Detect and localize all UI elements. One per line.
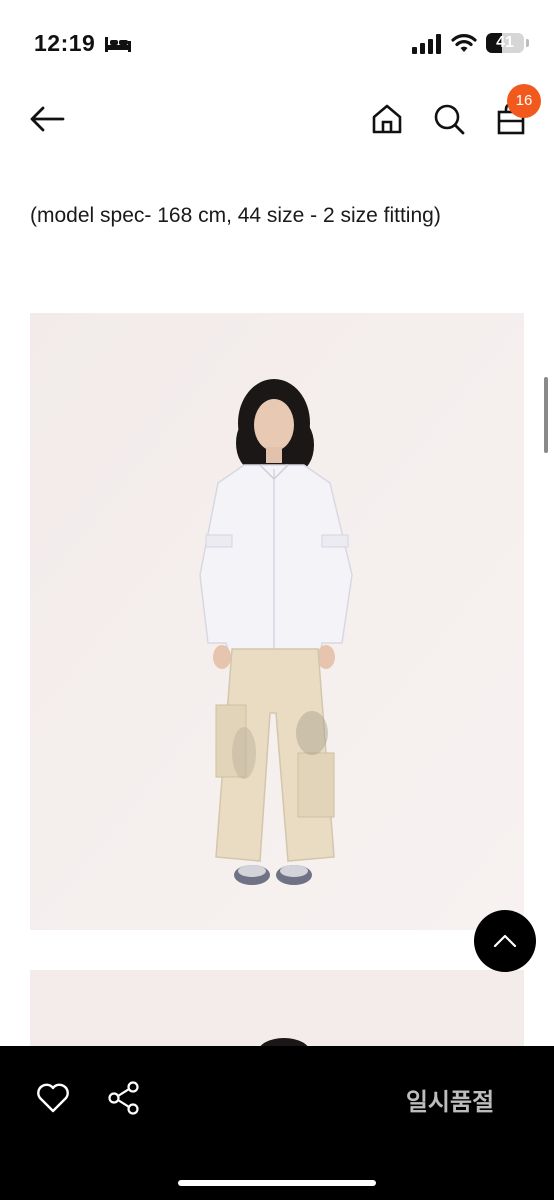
chevron-up-icon bbox=[493, 934, 517, 948]
cellular-signal-icon bbox=[412, 34, 442, 54]
battery-indicator: 41 bbox=[486, 33, 524, 53]
bottom-action-bar bbox=[0, 1046, 554, 1200]
home-icon bbox=[372, 104, 402, 134]
search-button[interactable] bbox=[426, 96, 472, 142]
arrow-left-icon bbox=[30, 106, 65, 132]
bed-icon bbox=[104, 35, 132, 53]
battery-level: 41 bbox=[496, 34, 514, 51]
status-bar: 12:19 41 bbox=[0, 0, 554, 88]
status-time: 12:19 bbox=[34, 30, 96, 56]
share-icon bbox=[108, 1081, 139, 1115]
home-button[interactable] bbox=[364, 96, 410, 142]
back-button[interactable] bbox=[24, 96, 70, 142]
product-photo bbox=[30, 313, 524, 930]
search-icon bbox=[434, 104, 465, 135]
heart-icon bbox=[37, 1083, 69, 1113]
top-nav bbox=[0, 88, 554, 152]
model-spec-text: (model spec- 168 cm, 44 size - 2 size fi… bbox=[30, 204, 441, 227]
battery-tip bbox=[526, 39, 529, 47]
scroll-to-top-button[interactable] bbox=[474, 910, 536, 972]
product-photo-2 bbox=[30, 970, 524, 1050]
wishlist-button[interactable] bbox=[33, 1078, 73, 1118]
wifi-icon bbox=[451, 32, 477, 54]
scroll-indicator[interactable] bbox=[544, 377, 548, 453]
home-indicator[interactable] bbox=[178, 1180, 376, 1186]
share-button[interactable] bbox=[104, 1078, 144, 1118]
temporarily-sold-out-label: 일시품절 bbox=[405, 1089, 495, 1116]
cart-count-badge: 16 bbox=[507, 84, 541, 118]
